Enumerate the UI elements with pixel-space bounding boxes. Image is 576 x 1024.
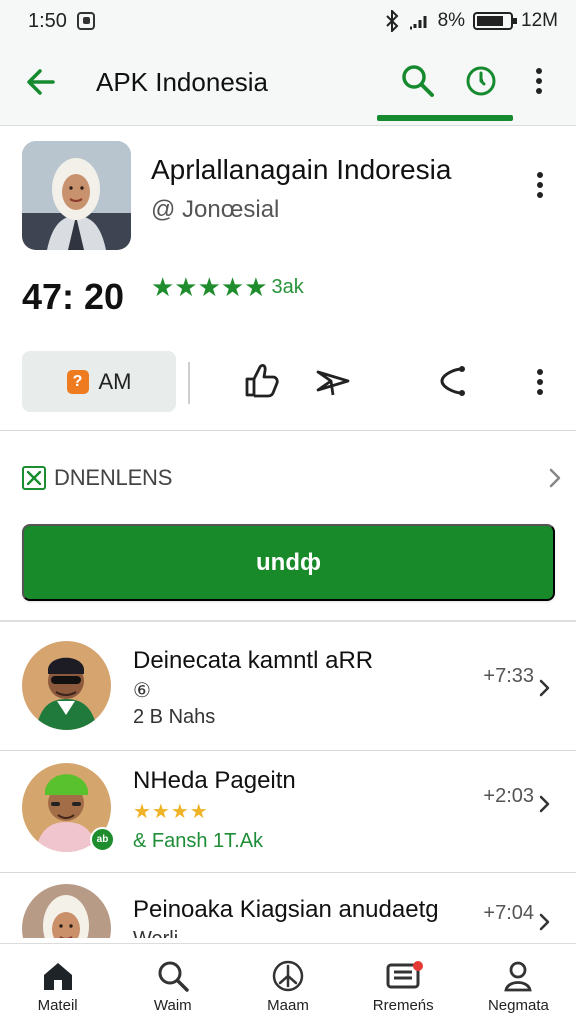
nav-label: Mateil [37,997,78,1014]
list-item-subtitle: & Fansh 1T.Ak [133,830,264,852]
section-divider [0,620,576,622]
search-tab-indicator [377,115,513,121]
more-vertical-icon[interactable] [520,361,560,401]
share-icon[interactable] [434,361,474,401]
signal-icon [409,16,427,30]
list-item-time: +2:03 [483,785,534,807]
chevron-right-icon [549,468,561,488]
nav-item-news[interactable]: Rremeńs [346,944,461,1024]
person-avatar-icon [22,641,111,730]
list-divider [0,872,576,873]
version-chip-label: AM [98,368,132,394]
status-right: 8% 12M [384,10,558,32]
list-item-meta: ⑥ [133,680,151,702]
top-app-bar: APK Indonesia [0,42,576,126]
status-bar: 1:50 8% 12M [0,0,576,42]
rating-value: 47: 20 [22,276,125,317]
person-avatar-icon [22,884,111,942]
status-left: 1:50 [28,10,95,33]
info-row[interactable]: DNENLENS [22,454,562,502]
app-logo-image [22,141,131,250]
rating-stars: ★★★★★ 3ak [151,272,304,303]
profile-icon [504,961,533,992]
app-notification-icon [76,12,95,30]
battery-icon [473,12,518,30]
rating-count: 3ak [271,276,304,298]
nav-item-search[interactable]: Waim [115,944,230,1024]
app-title: Aprlallanagain Indoresia [151,154,452,185]
compass-icon [272,960,304,992]
notification-dot [412,961,423,971]
search-icon[interactable] [400,63,436,99]
share-arrow-icon[interactable] [313,361,353,401]
nav-item-profile[interactable]: Negmata [461,944,576,1024]
install-button[interactable]: undф [22,524,555,601]
version-chip[interactable]: ? AM [22,351,176,412]
list-item[interactable]: Deinecata kamntl aRR ⑥ 2 B Nahs +7:33 [22,641,562,751]
section-divider [0,430,576,431]
app-badge-icon: ? [66,369,89,394]
nav-label: Waim [153,997,192,1014]
list-item-subtitle: 2 B Nahs [133,706,216,728]
nav-item-explore[interactable]: Maam [230,944,345,1024]
list-item[interactable]: ab NHeda Pageitn ★★★★ & Fansh 1T.Ak +2:0… [22,763,562,873]
status-time: 1:50 [28,9,67,32]
page-title: APK Indonesia [96,67,269,97]
nav-label: Negmata [487,997,549,1014]
list-item-time: +7:33 [483,665,534,687]
person-avatar-icon [22,141,131,250]
developer-name: @ Jonœsial [151,196,280,223]
chevron-right-icon [539,679,550,697]
action-divider [188,362,190,404]
battery-percentage: 8% [437,10,466,31]
info-label: DNENLENS [54,465,173,490]
more-vertical-icon[interactable] [521,63,557,99]
list-item-rating: ★★★★ [133,801,209,823]
expand-box-icon [22,466,46,490]
nav-label: Maam [267,997,309,1014]
list-item[interactable]: Peinoaka Kiagsian anudaetg Werli +7:04 [22,884,562,942]
avatar [22,884,111,942]
nav-label: Rremeńs [372,997,434,1014]
list-item-title: Peinoaka Kiagsian anudaetg [133,896,439,923]
bottom-navigation: Mateil Waim Maam Rremeńs Negmata [0,943,576,1024]
list-item-title: Deinecata kamntl aRR [133,647,374,674]
thumbs-up-icon[interactable] [242,361,282,401]
status-badge: ab [90,827,115,852]
avatar [22,641,111,730]
nav-item-home[interactable]: Mateil [0,944,115,1024]
arrow-left-icon[interactable] [26,64,56,100]
star-rating-icons: ★★★★★ [151,272,268,302]
chevron-right-icon [539,795,550,813]
list-divider [0,750,576,751]
home-icon [43,963,72,990]
search-icon [158,961,189,992]
status-right-text: 12M [521,10,558,31]
bluetooth-icon [385,10,398,32]
more-vertical-icon[interactable] [530,169,550,201]
chevron-right-icon [539,913,550,931]
clock-icon[interactable] [463,63,499,99]
list-item-title: NHeda Pageitn [133,767,296,794]
list-item-time: +7:04 [483,902,534,924]
